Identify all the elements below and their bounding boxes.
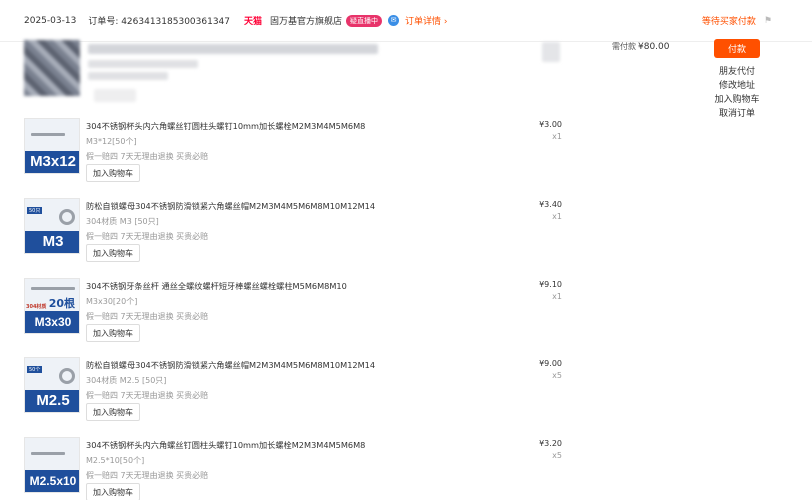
header-right: 等待买家付款 ⚑ — [701, 14, 772, 28]
nut-graphic — [59, 368, 75, 384]
payment-amount: 需付款 ¥80.00 — [612, 41, 670, 52]
product-guarantee: 假一赔四 7天无理由退换 买贵必赔 — [86, 232, 209, 241]
product-quantity: x5 — [552, 451, 562, 460]
product-sku: M3x30[20个] — [86, 297, 138, 306]
screw-graphic — [31, 452, 65, 455]
product-title-link[interactable]: 304不锈钢杯头内六角螺丝钉圆柱头螺钉10mm加长螺栓M2M3M4M5M6M8 — [86, 439, 365, 451]
thumbnail-size-label: M3 — [25, 231, 79, 253]
product-thumbnail[interactable] — [24, 40, 80, 96]
tmall-logo: 天猫 — [244, 17, 263, 27]
add-to-cart-button[interactable]: 加入购物车 — [86, 483, 140, 500]
add-to-cart-button[interactable]: 加入购物车 — [86, 403, 140, 421]
live-badge: 疑直播中 — [346, 14, 383, 27]
product-sku: 304材质 M2.5 [50只] — [86, 376, 167, 385]
product-price: ¥9.10 — [539, 280, 562, 289]
shop-name-link[interactable]: 固万基官方旗舰店 — [270, 14, 342, 27]
blurred-title — [88, 44, 378, 54]
cancel-order-link[interactable]: 取消订单 — [719, 107, 755, 121]
order-item: 304材质 20根 M3x30 304不锈钢牙条丝杆 通丝全螺纹螺杆短牙棒螺丝螺… — [24, 278, 584, 350]
order-item: 50个 M2.5 防松自锁螺母304不锈钢防滑锁紧六角螺丝帽M2M3M4M5M6… — [24, 357, 584, 429]
blurred-guarantee — [88, 72, 168, 80]
thumbnail-pcs-label: 20根 — [48, 297, 75, 310]
product-thumbnail[interactable]: M2.5x10 — [24, 437, 80, 493]
thumbnail-size-label: M2.5x10 — [25, 470, 79, 492]
thumbnail-qty-label: 50个 — [27, 366, 43, 373]
product-title-link[interactable]: 304不锈钢杯头内六角螺丝钉圆柱头螺钉10mm加长螺栓M2M3M4M5M6M8 — [86, 120, 365, 132]
thumbnail-size-label: M2.5 — [25, 390, 79, 412]
thumbnail-size-label: M3x12 — [25, 151, 79, 173]
add-to-cart-button[interactable]: 加入购物车 — [86, 164, 140, 182]
order-detail-link[interactable]: 订单详情 › — [405, 14, 447, 27]
product-guarantee: 假一赔四 7天无理由退换 买贵必赔 — [86, 391, 209, 400]
product-thumbnail[interactable]: M3x12 — [24, 118, 80, 174]
order-header: 2025-03-13 订单号: 4263413185300361347 天猫 固… — [0, 0, 812, 42]
product-thumbnail[interactable]: 304材质 20根 M3x30 — [24, 278, 80, 334]
nut-graphic — [59, 209, 75, 225]
product-quantity: x1 — [552, 132, 562, 141]
friend-pay-link[interactable]: 朋友代付 — [719, 65, 755, 79]
order-item: M3x12 304不锈钢杯头内六角螺丝钉圆柱头螺钉10mm加长螺栓M2M3M4M… — [24, 118, 584, 190]
product-thumbnail[interactable]: 50只 M3 — [24, 198, 80, 254]
thumbnail-material-label: 304材质 — [26, 304, 47, 310]
blurred-add-cart-button[interactable] — [94, 89, 136, 102]
product-guarantee: 假一赔四 7天无理由退换 买贵必赔 — [86, 312, 209, 321]
flag-icon[interactable]: ⚑ — [764, 16, 772, 26]
product-quantity: x5 — [552, 371, 562, 380]
order-item: 50只 M3 防松自锁螺母304不锈钢防滑锁紧六角螺丝帽M2M3M4M5M6M8… — [24, 198, 584, 270]
product-title-link[interactable]: 304不锈钢牙条丝杆 通丝全螺纹螺杆短牙棒螺丝螺栓螺柱M5M6M8M10 — [86, 280, 347, 292]
product-guarantee: 假一赔四 7天无理由退换 买贵必赔 — [86, 471, 209, 480]
pay-button[interactable]: 付款 — [714, 39, 760, 58]
order-actions: 付款 朋友代付 修改地址 加入购物车 取消订单 — [713, 39, 761, 121]
product-sku: 304材质 M3 [50只] — [86, 217, 159, 226]
product-guarantee: 假一赔四 7天无理由退换 买贵必赔 — [86, 152, 209, 161]
order-number: 订单号: 4263413185300361347 — [88, 17, 231, 27]
product-sku: M2.5*10[50个] — [86, 456, 145, 465]
product-quantity: x1 — [552, 212, 562, 221]
thumbnail-size-label: M3x30 — [25, 311, 79, 333]
product-price: ¥3.00 — [539, 120, 562, 129]
blurred-price — [542, 42, 560, 62]
add-to-cart-button[interactable]: 加入购物车 — [86, 324, 140, 342]
product-quantity: x1 — [552, 292, 562, 301]
product-price: ¥3.40 — [539, 200, 562, 209]
order-date: 2025-03-13 — [24, 15, 77, 26]
product-price: ¥9.00 — [539, 359, 562, 368]
payment-value: ¥80.00 — [638, 42, 670, 52]
blurred-product — [24, 40, 564, 110]
threaded-rod-graphic — [31, 287, 75, 290]
blurred-sku — [88, 60, 198, 68]
thumbnail-qty-label: 50只 — [27, 207, 43, 214]
screw-graphic — [31, 133, 65, 136]
payment-label: 需付款 — [612, 42, 636, 51]
wangwang-chat-icon[interactable]: ✉ — [388, 15, 400, 26]
order-item: M2.5x10 304不锈钢杯头内六角螺丝钉圆柱头螺钉10mm加长螺栓M2M3M… — [24, 437, 584, 500]
product-thumbnail[interactable]: 50个 M2.5 — [24, 357, 80, 413]
product-price: ¥3.20 — [539, 439, 562, 448]
product-title-link[interactable]: 防松自锁螺母304不锈钢防滑锁紧六角螺丝帽M2M3M4M5M6M8M10M12M… — [86, 359, 375, 371]
product-sku: M3*12[50个] — [86, 137, 137, 146]
add-to-cart-link[interactable]: 加入购物车 — [714, 93, 759, 107]
order-status: 等待买家付款 — [701, 17, 756, 27]
add-to-cart-button[interactable]: 加入购物车 — [86, 244, 140, 262]
product-title-link[interactable]: 防松自锁螺母304不锈钢防滑锁紧六角螺丝帽M2M3M4M5M6M8M10M12M… — [86, 200, 375, 212]
modify-address-link[interactable]: 修改地址 — [719, 79, 755, 93]
